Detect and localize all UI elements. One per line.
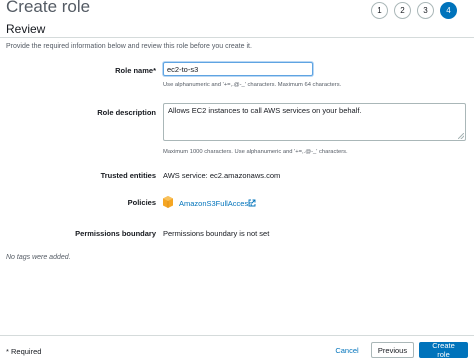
role-description-hint: Maximum 1000 characters. Use alphanumeri… <box>163 149 348 155</box>
step-4[interactable]: 4 <box>440 2 457 19</box>
no-tags-message: No tags were added. <box>6 254 71 261</box>
step-3[interactable]: 3 <box>417 2 434 19</box>
page-title: Create role <box>6 0 91 16</box>
step-2[interactable]: 2 <box>394 2 411 19</box>
section-divider <box>0 37 474 38</box>
role-description-label: Role description <box>97 108 156 117</box>
create-role-button[interactable]: Create role <box>419 341 468 359</box>
required-marker: * <box>153 66 156 75</box>
step-1[interactable]: 1 <box>371 2 388 19</box>
role-description-textarea[interactable]: Allows EC2 instances to call AWS service… <box>163 103 466 141</box>
previous-button[interactable]: Previous <box>371 342 414 358</box>
section-description: Provide the required information below a… <box>6 43 252 50</box>
trusted-entities-label: Trusted entities <box>100 171 156 180</box>
permissions-boundary-label: Permissions boundary <box>75 229 156 238</box>
wizard-steps: 1 2 3 4 <box>371 2 457 19</box>
trusted-entities-value: AWS service: ec2.amazonaws.com <box>163 171 281 180</box>
footer-divider <box>0 335 474 336</box>
policy-box-icon <box>163 196 173 208</box>
role-name-input[interactable] <box>163 62 313 76</box>
permissions-boundary-value: Permissions boundary is not set <box>163 229 270 238</box>
policies-label: Policies <box>127 198 156 207</box>
role-name-hint: Use alphanumeric and '+=,.@-_' character… <box>163 82 342 88</box>
role-name-label: Role name* <box>6 66 156 75</box>
required-note: * Required <box>6 347 42 356</box>
external-link-icon[interactable] <box>248 199 256 207</box>
cancel-button[interactable]: Cancel <box>328 342 366 358</box>
section-title: Review <box>6 22 46 36</box>
role-name-label-text: Role name <box>115 66 154 75</box>
textarea-resize-handle[interactable] <box>458 133 464 139</box>
policy-link[interactable]: AmazonS3FullAccess <box>179 199 252 208</box>
